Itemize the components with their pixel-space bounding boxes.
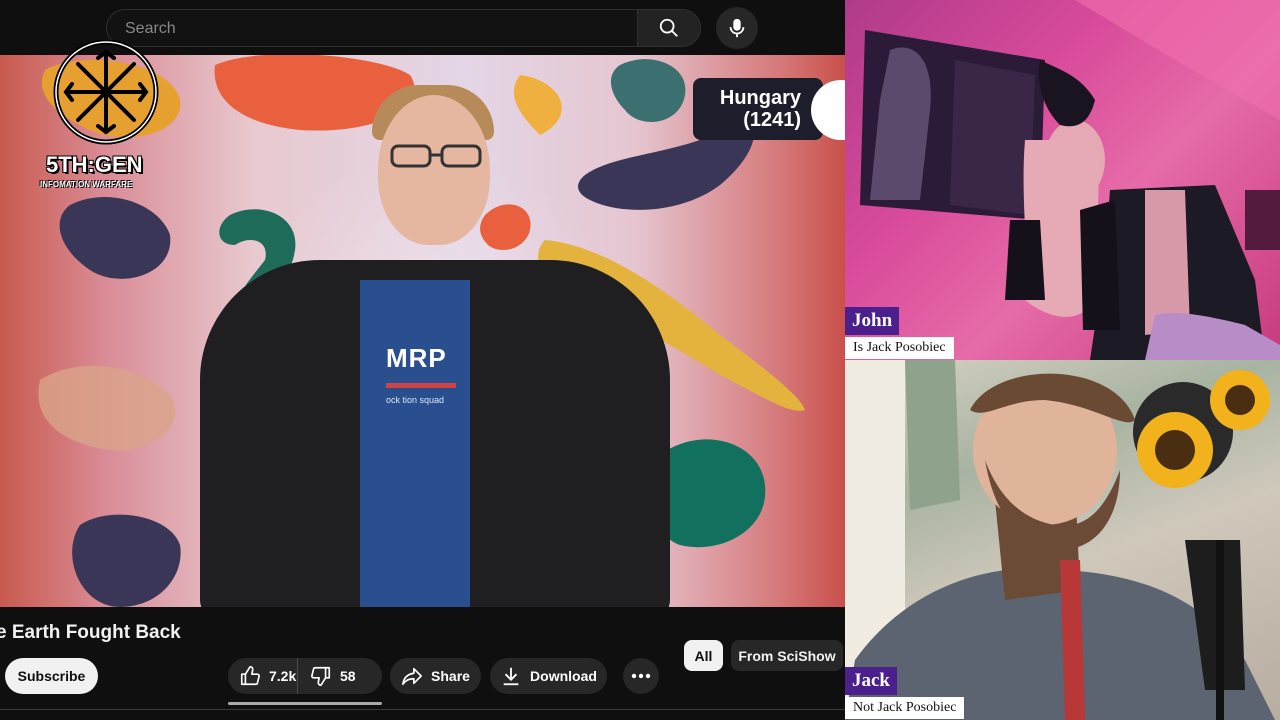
divider: [0, 709, 845, 710]
participant-caption-jack: Not Jack Posobiec: [845, 697, 965, 719]
more-icon: [631, 673, 651, 679]
search-button[interactable]: [637, 9, 701, 47]
share-label: Share: [431, 668, 470, 684]
webcam-john: [845, 0, 1280, 360]
shirt-subtext: ock tion squad: [386, 395, 445, 405]
shirt-logo-text: MRP: [386, 343, 447, 373]
glasses-icon: [390, 144, 482, 168]
download-icon: [503, 667, 519, 686]
more-actions-button[interactable]: [623, 658, 659, 694]
video-title: e Earth Fought Back: [0, 622, 181, 643]
like-icon: [240, 666, 260, 686]
mic-icon: [729, 18, 745, 38]
region-name: Hungary: [719, 87, 801, 109]
share-icon: [402, 667, 423, 686]
youtube-capture: MRP ock tion squad Hungary (1241) 5TH:GE…: [0, 0, 845, 720]
download-button[interactable]: Download: [490, 658, 607, 694]
dislike-icon: [311, 666, 331, 686]
like-ratio-underline: [228, 702, 382, 705]
search-box[interactable]: [106, 9, 638, 48]
like-count: 7.2k: [269, 668, 297, 684]
dislike-count: 58: [340, 668, 356, 684]
presenter-shirt: [360, 280, 470, 607]
participant-caption-john: Is Jack Posobiec: [845, 337, 954, 359]
dislike-button[interactable]: 58: [298, 658, 356, 694]
logo-tagline: INFOMATION WARFARE: [40, 180, 133, 189]
like-button[interactable]: 7.2k: [228, 658, 298, 694]
chip-all[interactable]: All: [684, 640, 723, 671]
participant-name-jack: Jack: [845, 667, 897, 695]
logo-name: 5TH:GEN: [46, 152, 143, 177]
region-year: (1241): [743, 109, 801, 131]
shirt-stripe: [386, 383, 456, 388]
download-label: Download: [530, 668, 597, 684]
chip-from-scishow[interactable]: From SciShow: [731, 640, 843, 671]
search-icon: [659, 18, 678, 37]
like-dislike-group: 7.2k 58: [228, 658, 382, 694]
room-scene: [860, 0, 1280, 360]
presenter-face: [378, 95, 490, 245]
webcam-jack: [845, 360, 1280, 720]
voice-search-button[interactable]: [716, 7, 758, 49]
participant-name-john: John: [845, 307, 900, 335]
room-scene: [845, 360, 1275, 720]
search-input[interactable]: [123, 10, 627, 48]
subscribe-button[interactable]: Subscribe: [5, 658, 98, 694]
share-button[interactable]: Share: [390, 658, 481, 694]
region-badge: Hungary (1241): [693, 78, 823, 140]
